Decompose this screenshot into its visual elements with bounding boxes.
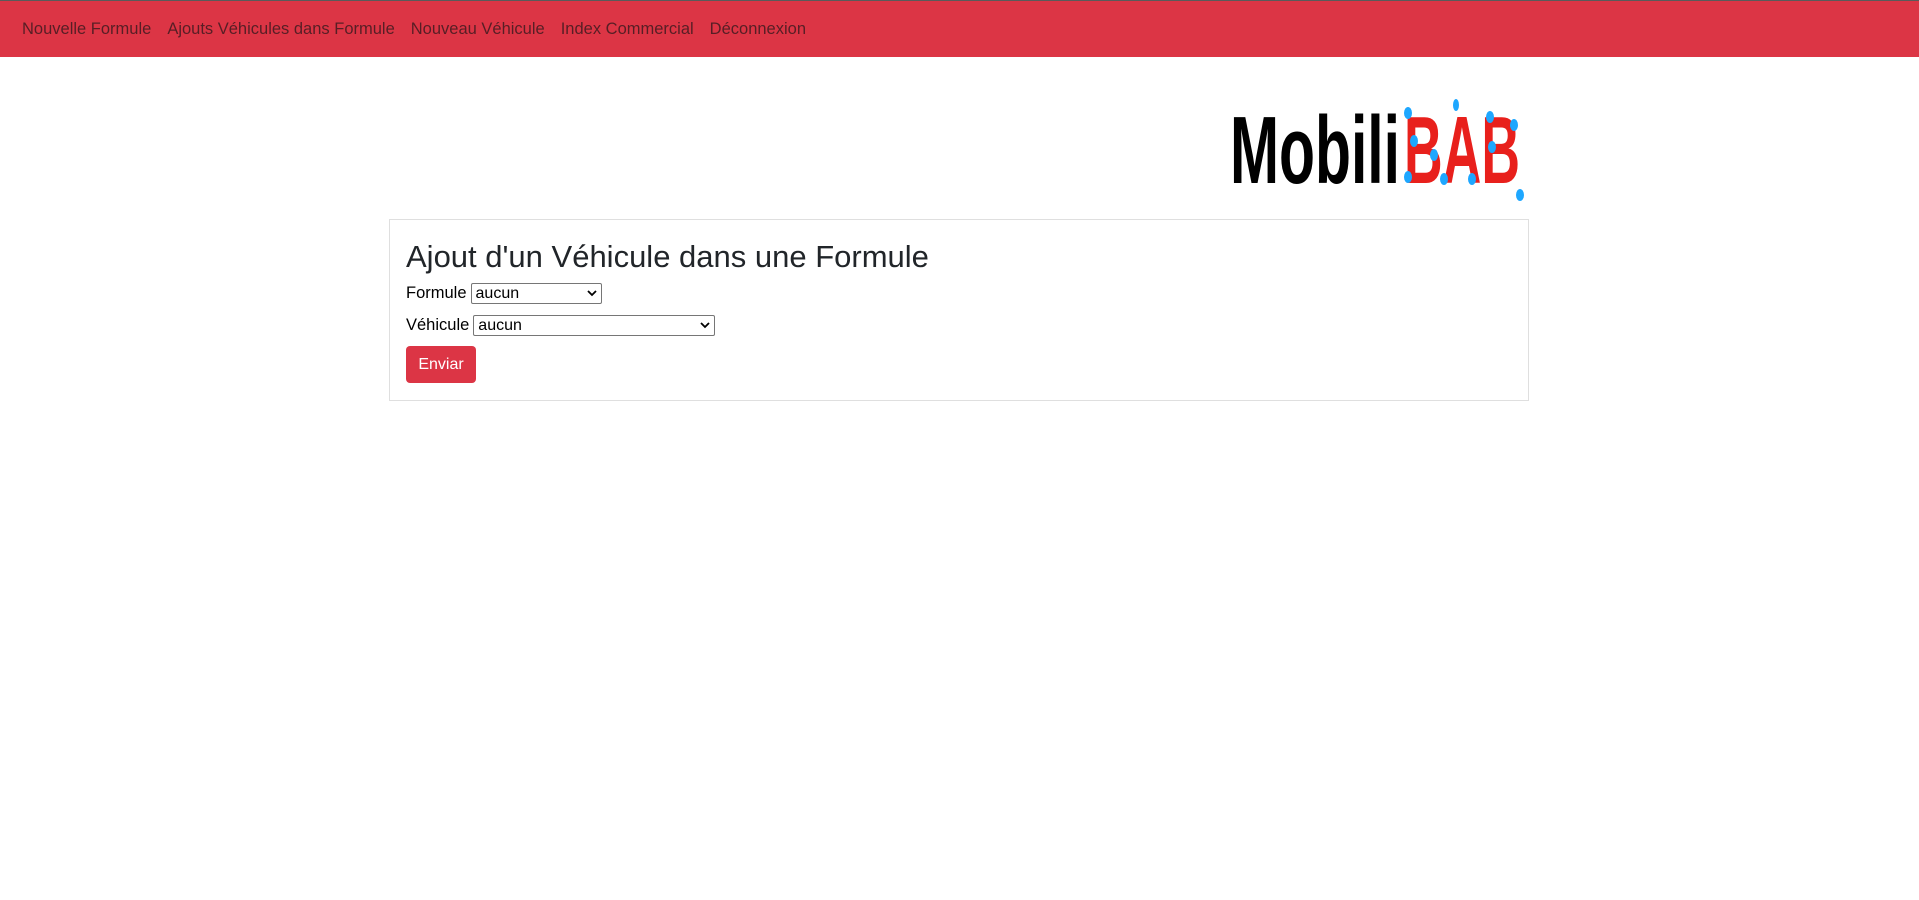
mobilibab-logo: Mobili BAB — [1230, 97, 1524, 203]
submit-button[interactable]: Enviar — [406, 346, 476, 383]
formule-row: Formule aucun — [406, 283, 602, 304]
nav-link-nouveau-vehicule[interactable]: Nouveau Véhicule — [403, 1, 553, 58]
nav-link-nouvelle-formule[interactable]: Nouvelle Formule — [14, 1, 159, 58]
vehicule-select[interactable]: aucun — [473, 315, 716, 336]
logo-text-bab: BAB — [1404, 97, 1520, 203]
vehicule-select-value: aucun — [478, 316, 522, 334]
add-vehicle-form-card: Ajout d'un Véhicule dans une Formule For… — [389, 219, 1529, 401]
chevron-down-icon — [586, 288, 598, 300]
chevron-down-icon — [699, 320, 711, 332]
formule-select[interactable]: aucun — [470, 283, 602, 304]
logo-text-mobili: Mobili — [1230, 97, 1400, 203]
nav-link-ajouts-vehicules[interactable]: Ajouts Véhicules dans Formule — [159, 1, 402, 58]
nav-link-index-commercial[interactable]: Index Commercial — [553, 1, 702, 58]
formule-label: Formule — [406, 284, 467, 302]
vehicule-label: Véhicule — [406, 316, 470, 334]
nav-link-deconnexion[interactable]: Déconnexion — [702, 1, 814, 58]
form-title: Ajout d'un Véhicule dans une Formule — [406, 239, 929, 274]
formule-select-value: aucun — [475, 284, 520, 302]
vehicule-row: Véhicule aucun — [406, 315, 716, 336]
top-navbar: Nouvelle Formule Ajouts Véhicules dans F… — [0, 0, 1919, 57]
